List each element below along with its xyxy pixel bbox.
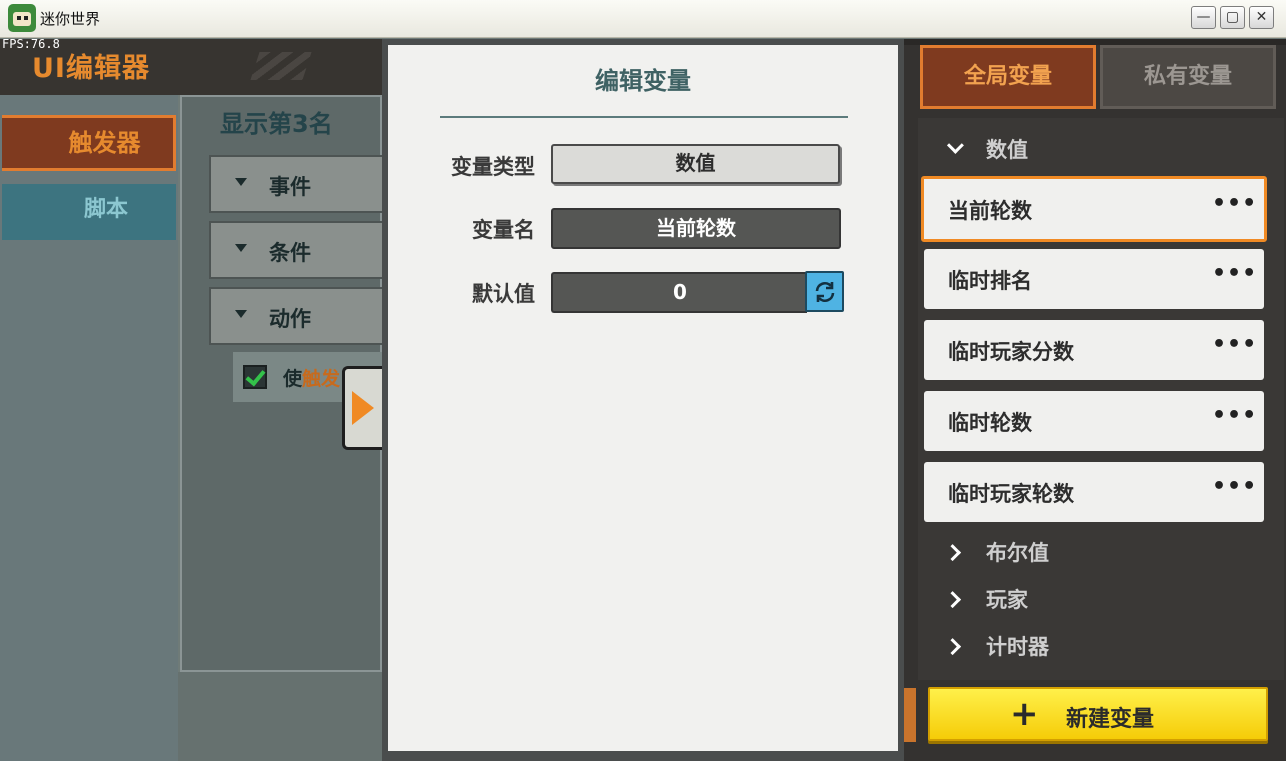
section-event-label: 事件 xyxy=(269,175,311,199)
more-icon[interactable]: ••• xyxy=(1212,328,1256,368)
section-condition[interactable]: 条件 xyxy=(209,221,382,279)
app-icon xyxy=(8,4,36,32)
action-item-text: 使触发 xyxy=(283,368,341,390)
editor-title: UI编辑器 xyxy=(32,53,150,84)
group-number[interactable]: 数值 xyxy=(946,134,1028,164)
minimize-button[interactable]: — xyxy=(1191,6,1216,29)
tab-script-label: 脚本 xyxy=(83,197,128,222)
caret-down-icon xyxy=(235,178,247,186)
panel-footer xyxy=(178,672,382,761)
default-value-label: 默认值 xyxy=(472,282,535,306)
group-timer[interactable]: 计时器 xyxy=(944,631,1049,661)
variable-name: 临时玩家分数 xyxy=(948,340,1074,364)
variable-type-label: 变量类型 xyxy=(451,155,535,179)
checkbox-icon[interactable] xyxy=(243,365,267,389)
new-variable-label: 新建变量 xyxy=(1066,707,1155,732)
variable-name: 临时排名 xyxy=(948,269,1032,293)
close-button[interactable]: ✕ xyxy=(1249,6,1274,29)
tab-trigger-label: 触发器 xyxy=(68,129,141,157)
fps-counter: FPS:76.8 xyxy=(2,37,60,51)
refresh-icon xyxy=(815,282,835,302)
more-icon[interactable]: ••• xyxy=(1212,257,1256,297)
hidden-button-edge xyxy=(904,688,916,742)
tab-private-variables[interactable]: 私有变量 xyxy=(1100,45,1276,109)
variable-name-input[interactable]: 当前轮数 xyxy=(551,208,841,249)
maximize-button[interactable]: ▢ xyxy=(1220,6,1245,29)
chevron-down-icon xyxy=(946,136,964,154)
divider xyxy=(440,116,848,118)
window-title: 迷你世界 xyxy=(40,10,101,28)
refresh-button[interactable] xyxy=(805,271,844,312)
variable-name: 临时玩家轮数 xyxy=(948,482,1074,506)
tab-trigger[interactable]: 触发器 xyxy=(2,115,176,171)
rule-title: 显示第3名 xyxy=(220,110,333,138)
tab-global-variables[interactable]: 全局变量 xyxy=(920,45,1096,109)
variable-item[interactable]: 临时排名 ••• xyxy=(924,249,1264,309)
section-action[interactable]: 动作 xyxy=(209,287,382,345)
dialog-title: 编辑变量 xyxy=(595,67,691,95)
window-titlebar xyxy=(0,0,1286,38)
caret-down-icon xyxy=(235,244,247,252)
more-icon[interactable]: ••• xyxy=(1212,187,1256,227)
default-value-input[interactable]: 0 xyxy=(551,272,807,313)
variable-item[interactable]: 临时玩家轮数 ••• xyxy=(924,462,1264,522)
more-icon[interactable]: ••• xyxy=(1212,470,1256,510)
section-event[interactable]: 事件 xyxy=(209,155,382,213)
plus-icon: + xyxy=(1010,694,1039,734)
variable-item[interactable]: 临时玩家分数 ••• xyxy=(924,320,1264,380)
header-decoration xyxy=(250,52,312,80)
variable-type-select[interactable]: 数值 xyxy=(551,144,840,184)
tab-script[interactable]: 脚本 xyxy=(2,184,176,240)
section-condition-label: 条件 xyxy=(269,241,311,265)
group-boolean[interactable]: 布尔值 xyxy=(944,537,1049,567)
section-action-label: 动作 xyxy=(269,307,311,331)
group-player[interactable]: 玩家 xyxy=(944,584,1028,614)
play-arrow-icon[interactable] xyxy=(342,366,386,450)
more-icon[interactable]: ••• xyxy=(1212,399,1256,439)
new-variable-button[interactable]: + 新建变量 xyxy=(928,687,1268,741)
caret-down-icon xyxy=(235,310,247,318)
variable-name-label: 变量名 xyxy=(472,218,535,242)
variable-name: 临时轮数 xyxy=(948,411,1032,435)
variable-item[interactable]: 当前轮数 ••• xyxy=(921,176,1267,242)
variable-item[interactable]: 临时轮数 ••• xyxy=(924,391,1264,451)
variable-name: 当前轮数 xyxy=(948,199,1032,223)
